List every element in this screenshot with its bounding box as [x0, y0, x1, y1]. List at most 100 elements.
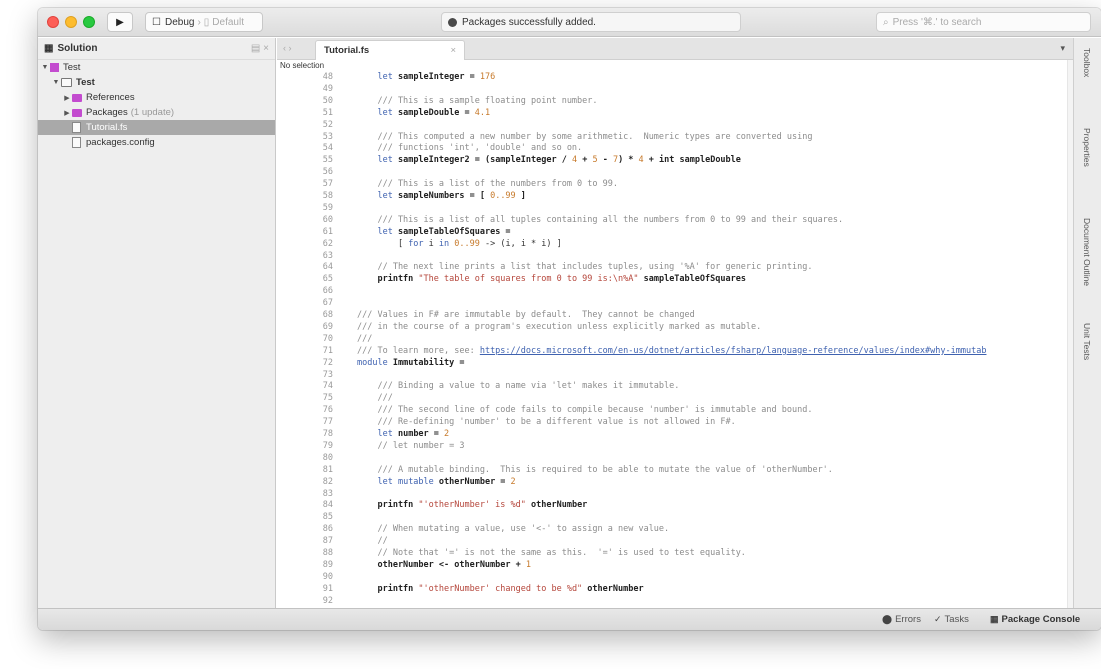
code-link[interactable]: https://docs.microsoft.com/en-us/dotnet/…	[480, 346, 987, 356]
code-line[interactable]: 56	[277, 167, 1067, 178]
code-line[interactable]: 86 // When mutating a value, use '<-' to…	[277, 524, 1067, 535]
code-line[interactable]: 76 /// The second line of code fails to …	[277, 405, 1067, 416]
close-window-button[interactable]	[47, 16, 59, 28]
code-line[interactable]: 83	[277, 489, 1067, 500]
code-line[interactable]: 48 let sampleInteger = 176	[277, 72, 1067, 83]
code-token: 0..99	[454, 238, 480, 249]
code-line[interactable]: 71 /// To learn more, see: https://docs.m…	[277, 346, 1067, 357]
code-text: printfn "The table of squares from 0 to …	[357, 274, 745, 285]
run-button[interactable]: ▶	[107, 12, 133, 32]
checkmark-icon: ✓	[934, 614, 942, 624]
status-text: Packages successfully added.	[462, 16, 596, 28]
zoom-window-button[interactable]	[83, 16, 95, 28]
tree-item-packages[interactable]: ▶ Packages (1 update)	[38, 105, 275, 120]
code-line[interactable]: 91 printfn "'otherNumber' changed to be …	[277, 584, 1067, 595]
code-line[interactable]: 66	[277, 286, 1067, 297]
code-line[interactable]: 73	[277, 370, 1067, 381]
tree-item-references[interactable]: ▶ References	[38, 90, 275, 105]
code-line[interactable]: 55 let sampleInteger2 = (sampleInteger /…	[277, 155, 1067, 166]
code-line[interactable]: 74 /// Binding a value to a name via 'le…	[277, 381, 1067, 392]
tree-item-test[interactable]: ▼ Test	[38, 75, 275, 90]
configuration-selector[interactable]: ☐ Debug › ▯ Default	[145, 12, 263, 32]
search-input[interactable]: ⌕ Press '⌘.' to search	[876, 12, 1091, 32]
code-line[interactable]: 88 // Note that '=' is not the same as t…	[277, 548, 1067, 559]
expanded-arrow-icon[interactable]: ▼	[40, 64, 50, 71]
code-line[interactable]: 70 ///	[277, 334, 1067, 345]
code-line[interactable]: 79 // let number = 3	[277, 441, 1067, 452]
code-line[interactable]: 89 otherNumber <- otherNumber + 1	[277, 560, 1067, 571]
code-text: /// A mutable binding. This is required …	[357, 465, 832, 476]
code-line[interactable]: 78 let number = 2	[277, 429, 1067, 440]
code-line[interactable]: 58 let sampleNumbers = [ 0..99 ]	[277, 191, 1067, 202]
tab-dropdown-icon[interactable]: ▾	[1060, 43, 1065, 54]
code-line[interactable]: 61 let sampleTableOfSquares =	[277, 227, 1067, 238]
code-line[interactable]: 75 ///	[277, 393, 1067, 404]
tab-tutorial-fs[interactable]: Tutorial.fs ×	[315, 40, 465, 60]
minimize-window-button[interactable]	[65, 16, 77, 28]
code-line[interactable]: 87 //	[277, 536, 1067, 547]
code-text: let sampleInteger = 176	[357, 72, 495, 83]
line-number: 70	[322, 333, 333, 344]
code-line[interactable]: 53 /// This computed a new number by som…	[277, 132, 1067, 143]
line-number: 86	[322, 524, 333, 535]
code-editor[interactable]: 48 let sampleInteger = 176 49 50 /// This …	[277, 72, 1067, 608]
pad-document-outline[interactable]: Document Outline	[1082, 218, 1092, 286]
line-number: 82	[322, 476, 333, 487]
code-token: "The table of squares from 0 to 99 is:\n…	[418, 274, 639, 285]
code-line[interactable]: 77 /// Re-defining 'number' to be a diff…	[277, 417, 1067, 428]
code-line[interactable]: 72 module Immutability =	[277, 358, 1067, 369]
code-line[interactable]: 49	[277, 84, 1067, 95]
breadcrumb[interactable]: No selection	[277, 60, 1073, 71]
tree-item-label: packages.config	[86, 137, 155, 148]
expanded-arrow-icon[interactable]: ▼	[51, 79, 61, 86]
pad-options-icon[interactable]: ▤ ×	[251, 43, 269, 54]
tasks-pad-button[interactable]: ✓ Tasks	[934, 614, 969, 625]
code-line[interactable]: 80	[277, 453, 1067, 464]
code-line[interactable]: 90	[277, 572, 1067, 583]
code-line[interactable]: 60 /// This is a list of all tuples cont…	[277, 215, 1067, 226]
code-token: let mutable	[377, 476, 434, 487]
code-line[interactable]: 52	[277, 120, 1067, 131]
tree-item-test[interactable]: ▼ Test	[38, 60, 275, 75]
tree-item-packages-config[interactable]: packages.config	[38, 135, 275, 150]
code-line[interactable]: 85	[277, 512, 1067, 523]
code-line[interactable]: 51 let sampleDouble = 4.1	[277, 108, 1067, 119]
code-line[interactable]: 64 // The next line prints a list that i…	[277, 262, 1067, 273]
close-tab-icon[interactable]: ×	[450, 45, 456, 56]
pad-toolbox[interactable]: Toolbox	[1082, 48, 1092, 77]
pad-properties[interactable]: Properties	[1082, 128, 1092, 167]
code-line[interactable]: 67	[277, 298, 1067, 309]
code-line[interactable]: 69 /// in the course of a program's execu…	[277, 322, 1067, 333]
tab-nav-arrows-icon[interactable]: ‹ ›	[283, 43, 292, 53]
collapsed-arrow-icon[interactable]: ▶	[62, 109, 72, 117]
code-token: /// Re-defining 'number' to be a differe…	[357, 417, 736, 428]
errors-pad-button[interactable]: ⬤ Errors	[882, 614, 921, 625]
code-token: /// Binding a value to a name via 'let' …	[357, 381, 680, 392]
pad-unit-tests[interactable]: Unit Tests	[1082, 323, 1092, 360]
package-console-button[interactable]: ▦ Package Console	[990, 614, 1080, 625]
line-number: 60	[322, 214, 333, 225]
code-line[interactable]: 81 /// A mutable binding. This is requir…	[277, 465, 1067, 476]
code-line[interactable]: 82 let mutable otherNumber = 2	[277, 477, 1067, 488]
code-line[interactable]: 63	[277, 251, 1067, 262]
code-line[interactable]: 57 /// This is a list of the numbers fro…	[277, 179, 1067, 190]
code-line[interactable]: 68 /// Values in F# are immutable by defa…	[277, 310, 1067, 321]
code-token: in	[438, 238, 450, 249]
code-text: /// Re-defining 'number' to be a differe…	[357, 417, 736, 428]
code-text: /// in the course of a program's executi…	[357, 322, 761, 333]
collapsed-arrow-icon[interactable]: ▶	[62, 94, 72, 102]
tree-item-tutorial-fs[interactable]: Tutorial.fs	[38, 120, 275, 135]
code-line[interactable]: 84 printfn "'otherNumber' is %d" otherNu…	[277, 500, 1067, 511]
code-line[interactable]: 65 printfn "The table of squares from 0 …	[277, 274, 1067, 285]
code-line[interactable]: 50 /// This is a sample floating point n…	[277, 96, 1067, 107]
code-token: // The next line prints a list that incl…	[357, 262, 813, 273]
code-token: // When mutating a value, use '<-' to as…	[357, 524, 670, 535]
code-line[interactable]: 62 [ for i in 0..99 -> (i, i * i) ]	[277, 239, 1067, 250]
code-line[interactable]: 92	[277, 596, 1067, 607]
code-line[interactable]: 59	[277, 203, 1067, 214]
code-line[interactable]: 54 /// functions 'int', 'double' and so …	[277, 143, 1067, 154]
